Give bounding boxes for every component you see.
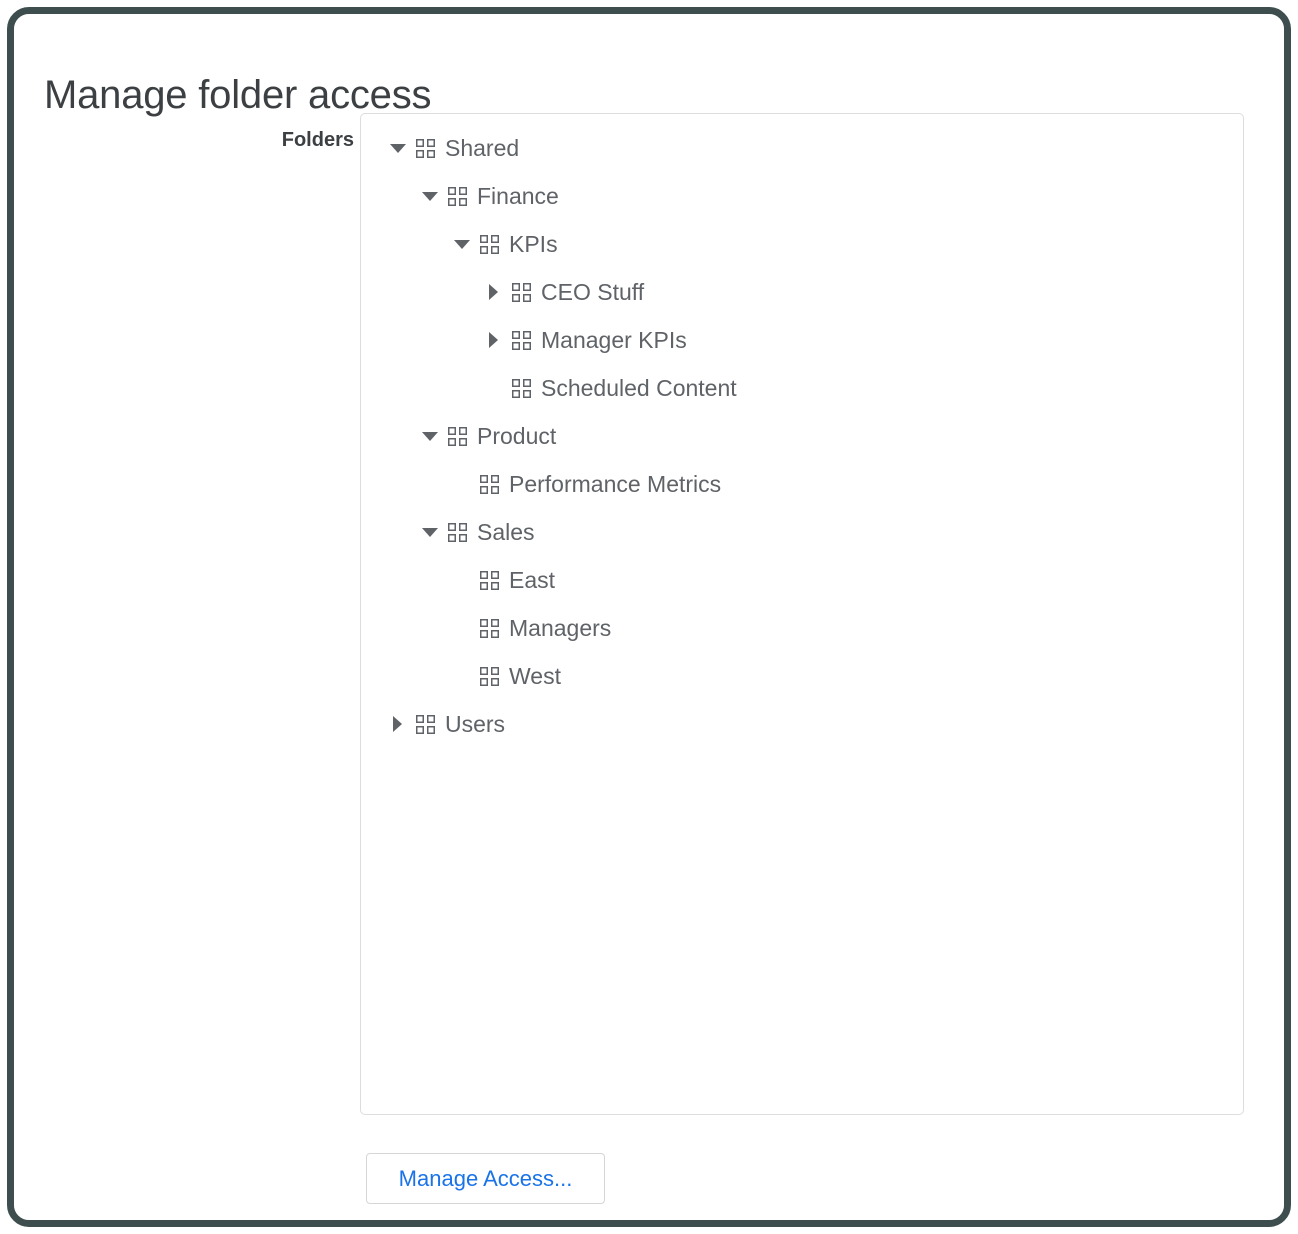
caret-placeholder <box>454 460 480 508</box>
caret-right-icon[interactable] <box>486 268 512 316</box>
caret-glyph <box>422 528 438 537</box>
tree-item-label: Manager KPIs <box>541 325 687 355</box>
caret-glyph <box>422 192 438 201</box>
folder-tree-panel[interactable]: Shared Finance KPIs CEO Stuff Manager KPIs Sc… <box>360 113 1244 1115</box>
caret-down-icon[interactable] <box>422 508 448 556</box>
tree-item-product[interactable]: Product <box>361 412 1243 460</box>
folder-grid-icon <box>512 331 531 350</box>
folder-grid-icon <box>512 283 531 302</box>
caret-placeholder <box>454 556 480 604</box>
caret-down-icon[interactable] <box>422 172 448 220</box>
caret-down-icon[interactable] <box>422 412 448 460</box>
caret-glyph <box>489 332 498 348</box>
tree-item-label: Sales <box>477 517 535 547</box>
folder-grid-icon <box>448 187 467 206</box>
caret-glyph <box>422 432 438 441</box>
folder-grid-icon <box>480 571 499 590</box>
tree-item-manager-kpis[interactable]: Manager KPIs <box>361 316 1243 364</box>
caret-right-icon[interactable] <box>390 700 416 748</box>
tree-item-label: Product <box>477 421 556 451</box>
tree-item-performance-metrics[interactable]: Performance Metrics <box>361 460 1243 508</box>
caret-glyph <box>489 284 498 300</box>
tree-item-label: Managers <box>509 613 611 643</box>
folder-grid-icon <box>448 427 467 446</box>
caret-glyph <box>390 144 406 153</box>
tree-item-users[interactable]: Users <box>361 700 1243 748</box>
tree-item-label: KPIs <box>509 229 558 259</box>
tree-item-label: Users <box>445 709 505 739</box>
tree-item-label: Shared <box>445 133 519 163</box>
folder-grid-icon <box>480 235 499 254</box>
tree-item-label: CEO Stuff <box>541 277 644 307</box>
folder-grid-icon <box>416 139 435 158</box>
folders-field-label: Folders <box>114 127 354 153</box>
folder-tree-list: Shared Finance KPIs CEO Stuff Manager KPIs Sc… <box>361 124 1243 748</box>
tree-item-sales[interactable]: Sales <box>361 508 1243 556</box>
tree-item-label: Scheduled Content <box>541 373 737 403</box>
tree-item-label: Performance Metrics <box>509 469 721 499</box>
folder-grid-icon <box>448 523 467 542</box>
tree-item-ceo-stuff[interactable]: CEO Stuff <box>361 268 1243 316</box>
folder-grid-icon <box>480 619 499 638</box>
caret-placeholder <box>454 604 480 652</box>
caret-glyph <box>454 240 470 249</box>
folder-grid-icon <box>416 715 435 734</box>
tree-item-scheduled-content[interactable]: Scheduled Content <box>361 364 1243 412</box>
caret-down-icon[interactable] <box>454 220 480 268</box>
tree-item-label: West <box>509 661 561 691</box>
folder-grid-icon <box>512 379 531 398</box>
caret-glyph <box>393 716 402 732</box>
tree-item-west[interactable]: West <box>361 652 1243 700</box>
tree-item-kpis[interactable]: KPIs <box>361 220 1243 268</box>
caret-down-icon[interactable] <box>390 124 416 172</box>
app-window-content: Manage folder access Folders SharedFinan… <box>14 14 1284 1220</box>
folder-grid-icon <box>480 475 499 494</box>
caret-right-icon[interactable] <box>486 316 512 364</box>
tree-item-managers[interactable]: Managers <box>361 604 1243 652</box>
caret-placeholder <box>454 652 480 700</box>
tree-item-label: Finance <box>477 181 559 211</box>
caret-placeholder <box>486 364 512 412</box>
manage-access-button[interactable]: Manage Access... <box>366 1153 605 1204</box>
tree-item-shared[interactable]: Shared <box>361 124 1243 172</box>
app-window-frame: Manage folder access Folders SharedFinan… <box>7 7 1291 1227</box>
tree-item-label: East <box>509 565 555 595</box>
folder-grid-icon <box>480 667 499 686</box>
tree-item-finance[interactable]: Finance <box>361 172 1243 220</box>
tree-item-east[interactable]: East <box>361 556 1243 604</box>
